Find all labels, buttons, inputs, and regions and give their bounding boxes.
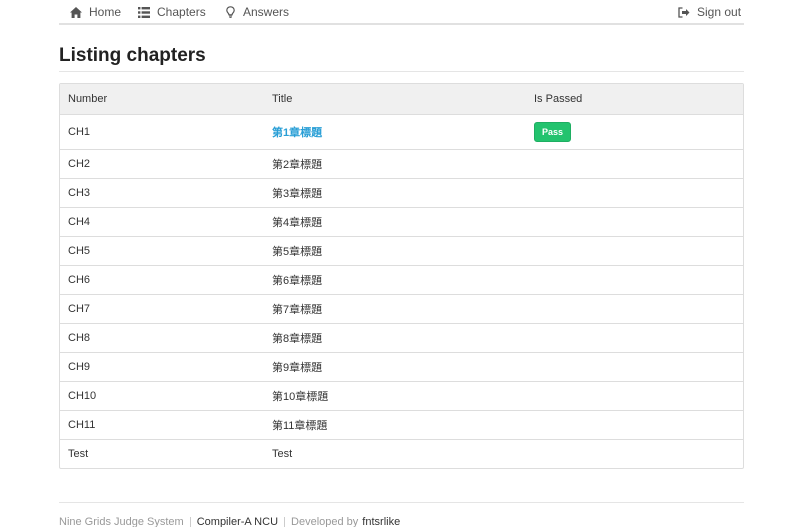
table-row: CH5 第5章標題: [60, 236, 743, 266]
table-row: CH11 第11章標題: [60, 410, 743, 440]
sign-out-label: Sign out: [697, 5, 742, 19]
chapter-number: CH2: [60, 149, 264, 179]
table-row: CH10 第10章標題: [60, 381, 743, 411]
top-navbar: Home Chapters Answers Sign out: [59, 0, 744, 25]
chapter-number: CH6: [60, 265, 264, 295]
column-header-title: Title: [264, 84, 526, 115]
footer-divider: [59, 502, 744, 503]
chapter-passed: [526, 439, 743, 468]
list-icon: [138, 6, 150, 18]
nav-chapters-link[interactable]: Chapters: [138, 4, 206, 20]
footer-separator: [189, 516, 191, 527]
chapter-title: 第3章標題: [264, 178, 526, 208]
page-title: Listing chapters: [59, 45, 206, 66]
nav-answers-label: Answers: [243, 5, 290, 19]
footer-course-name: Compiler-A NCU: [196, 516, 279, 527]
sign-out-icon: [678, 6, 690, 18]
nav-home-label: Home: [89, 5, 122, 19]
table-row: Test Test: [60, 439, 743, 468]
chapter-number: CH11: [60, 410, 264, 440]
footer-system-name: Nine Grids Judge System: [59, 516, 184, 527]
chapter-passed: [526, 323, 743, 353]
chapter-title: 第2章標題: [264, 149, 526, 179]
column-header-number: Number: [60, 84, 264, 115]
chapter-title: Test: [272, 447, 293, 460]
chapters-table-container: Number Title Is Passed CH1 第1章標題 Pass CH…: [59, 83, 744, 469]
table-row: CH6 第6章標題: [60, 265, 743, 295]
chapter-passed: [526, 236, 743, 266]
chapters-table: Number Title Is Passed CH1 第1章標題 Pass CH…: [60, 84, 743, 468]
chapter-title: 第9章標題: [264, 352, 526, 382]
chapter-number: CH9: [60, 352, 264, 382]
chapter-title: 第8章標題: [264, 323, 526, 353]
chapter-title: 第11章標題: [264, 410, 526, 440]
table-row: CH3 第3章標題: [60, 178, 743, 208]
table-row: CH1 第1章標題 Pass: [60, 114, 743, 150]
chapter-number: CH1: [60, 114, 264, 150]
chapter-title: 第6章標題: [264, 265, 526, 295]
chapter-number: CH10: [60, 381, 264, 411]
chapter-number: Test: [68, 447, 89, 460]
chapter-title: 第10章標題: [264, 381, 526, 411]
nav-home-link[interactable]: Home: [70, 4, 121, 20]
table-row: CH2 第2章標題: [60, 149, 743, 179]
chapter-title: 第4章標題: [264, 207, 526, 237]
table-row: CH8 第8章標題: [60, 323, 743, 353]
chapter-passed: [526, 207, 743, 237]
chapter-title-link[interactable]: 第1章標題: [272, 127, 322, 139]
nav-chapters-label: Chapters: [157, 5, 206, 19]
chapter-number: CH5: [60, 236, 264, 266]
chapter-passed: [526, 352, 743, 382]
title-divider: [59, 71, 744, 72]
chapter-number: CH8: [60, 323, 264, 353]
table-row: CH9 第9章標題: [60, 352, 743, 382]
chapter-title: 第5章標題: [264, 236, 526, 266]
chapter-passed: [526, 149, 743, 179]
sign-out-link[interactable]: Sign out: [678, 4, 741, 20]
chapter-passed: [526, 381, 743, 411]
home-icon: [70, 6, 82, 18]
table-header-row: Number Title Is Passed: [60, 84, 743, 115]
table-row: CH7 第7章標題: [60, 294, 743, 324]
chapter-number: CH4: [60, 207, 264, 237]
chapter-number: CH7: [60, 294, 264, 324]
chapter-passed: [526, 265, 743, 295]
nav-answers-link[interactable]: Answers: [224, 4, 289, 20]
chapter-passed: [526, 410, 743, 440]
chapter-passed: [526, 294, 743, 324]
column-header-is-passed: Is Passed: [526, 84, 743, 115]
footer-separator: [284, 516, 286, 527]
chapter-title: 第7章標題: [264, 294, 526, 324]
footer: Nine Grids Judge System Compiler-A NCU D…: [59, 516, 400, 527]
footer-developer-link[interactable]: fntsrlike: [362, 516, 400, 527]
footer-developed-by: Developed by: [291, 516, 359, 527]
lightbulb-icon: [224, 6, 236, 18]
pass-badge: Pass: [534, 121, 572, 142]
chapter-passed: [526, 178, 743, 208]
table-row: CH4 第4章標題: [60, 207, 743, 237]
chapter-number: CH3: [60, 178, 264, 208]
